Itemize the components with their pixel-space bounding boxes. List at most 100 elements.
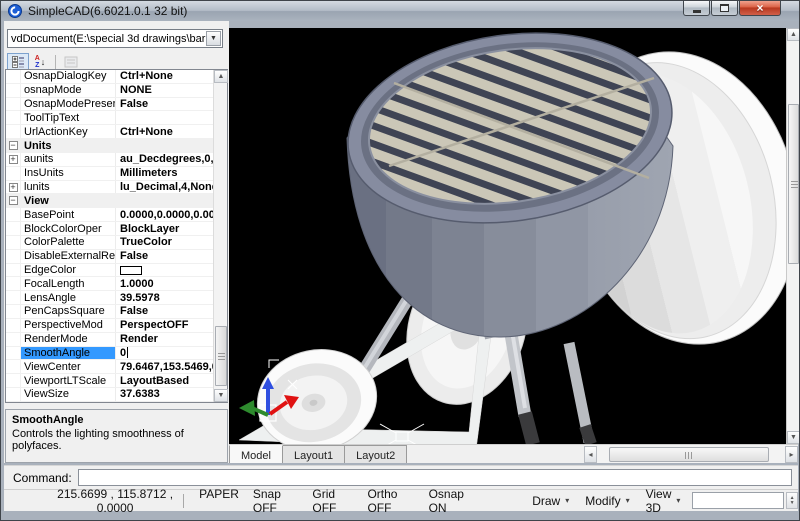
property-category-row[interactable]: −Units bbox=[6, 139, 213, 153]
property-row[interactable]: InsUnitsMillimeters bbox=[6, 167, 213, 181]
property-row[interactable]: OsnapModePreserveFalse bbox=[6, 98, 213, 112]
row-gutter bbox=[6, 236, 21, 249]
property-value[interactable]: 37.6383 bbox=[116, 388, 213, 401]
title-bar[interactable]: SimpleCAD(6.6021.0.1 32 bit) × bbox=[1, 1, 800, 21]
tab-layout2[interactable]: Layout2 bbox=[345, 446, 407, 463]
property-name: DisableExternalRefer bbox=[21, 250, 116, 263]
property-value[interactable]: PerspectOFF bbox=[116, 319, 213, 332]
text-caret bbox=[127, 347, 128, 358]
row-gutter bbox=[6, 388, 21, 401]
scroll-up-icon[interactable]: ▲ bbox=[787, 28, 800, 41]
minimize-button[interactable] bbox=[683, 1, 710, 16]
property-value[interactable]: LayoutBased bbox=[116, 374, 213, 387]
document-combo[interactable]: vdDocument(E:\special 3d drawings\barbec… bbox=[7, 29, 223, 48]
hscroll-track[interactable] bbox=[597, 446, 785, 463]
property-name: UrlActionKey bbox=[21, 125, 116, 138]
viewport[interactable] bbox=[229, 28, 786, 444]
expand-icon[interactable]: + bbox=[9, 183, 18, 192]
property-row[interactable]: +aunitsau_Decdegrees,0,No bbox=[6, 153, 213, 167]
menu-modify[interactable]: Modify▾ bbox=[585, 487, 629, 515]
status-toggle-grid[interactable]: Grid OFF bbox=[312, 487, 353, 515]
property-row[interactable]: ViewportLTScaleLayoutBased bbox=[6, 374, 213, 388]
viewport-3d-canvas bbox=[229, 28, 786, 444]
property-row[interactable]: RenderModeRender bbox=[6, 333, 213, 347]
property-row[interactable]: PerspectiveModPerspectOFF bbox=[6, 319, 213, 333]
row-gutter bbox=[6, 347, 21, 360]
row-gutter bbox=[6, 305, 21, 318]
status-toggle-ortho[interactable]: Ortho OFF bbox=[367, 487, 414, 515]
tab-layout1[interactable]: Layout1 bbox=[283, 446, 345, 463]
property-value[interactable]: False bbox=[116, 98, 213, 111]
scrollbar-thumb[interactable] bbox=[788, 104, 799, 264]
property-row[interactable]: ViewSize37.6383 bbox=[6, 388, 213, 402]
property-value[interactable]: 79.6467,153.5469,0. bbox=[116, 360, 213, 373]
property-row[interactable]: FocalLength1.0000 bbox=[6, 277, 213, 291]
property-name: osnapMode bbox=[21, 84, 116, 97]
toolbar-separator bbox=[55, 55, 56, 69]
categorized-view-button[interactable] bbox=[7, 53, 29, 71]
property-value[interactable]: TrueColor bbox=[116, 236, 213, 249]
property-row[interactable]: PenCapsSquareFalse bbox=[6, 305, 213, 319]
scroll-down-icon[interactable]: ▼ bbox=[787, 431, 800, 444]
tab-model[interactable]: Model bbox=[229, 445, 283, 463]
property-row[interactable]: SmoothAngle0 bbox=[6, 347, 213, 361]
row-gutter bbox=[6, 111, 21, 124]
viewport-hscrollbar[interactable]: ◂ ▸ bbox=[584, 445, 798, 463]
property-category-row[interactable]: −View bbox=[6, 194, 213, 208]
scroll-left-icon[interactable]: ◂ bbox=[584, 446, 597, 463]
property-row[interactable]: EdgeColor bbox=[6, 264, 213, 278]
property-row[interactable]: ToolTipText bbox=[6, 111, 213, 125]
scroll-up-icon[interactable]: ▲ bbox=[214, 70, 228, 83]
dropdown-arrow-icon: ▾ bbox=[565, 496, 569, 505]
menu-draw[interactable]: Draw▾ bbox=[532, 487, 569, 515]
collapse-icon[interactable]: − bbox=[9, 141, 18, 150]
property-value[interactable] bbox=[116, 264, 213, 277]
property-row[interactable]: UrlActionKeyCtrl+None bbox=[6, 125, 213, 139]
property-row[interactable]: osnapModeNONE bbox=[6, 84, 213, 98]
scroll-down-icon[interactable]: ▼ bbox=[214, 389, 228, 402]
collapse-icon[interactable]: − bbox=[9, 196, 18, 205]
scroll-right-icon[interactable]: ▸ bbox=[785, 446, 798, 463]
property-row[interactable]: BasePoint0.0000,0.0000,0.000 bbox=[6, 208, 213, 222]
property-value[interactable]: 0.0000,0.0000,0.000 bbox=[116, 208, 213, 221]
close-button[interactable]: × bbox=[739, 1, 781, 16]
property-value[interactable]: Render bbox=[116, 333, 213, 346]
property-value[interactable]: au_Decdegrees,0,No bbox=[116, 153, 213, 166]
scrollbar-thumb[interactable] bbox=[215, 326, 227, 386]
property-row[interactable]: ViewCenter79.6467,153.5469,0. bbox=[6, 360, 213, 374]
property-value[interactable]: NONE bbox=[116, 84, 213, 97]
spin-button[interactable]: ▲▼ bbox=[786, 492, 798, 509]
property-row[interactable]: OsnapDialogKeyCtrl+None bbox=[6, 70, 213, 84]
property-row[interactable]: BlockColorOperBlockLayer bbox=[6, 222, 213, 236]
chevron-down-icon[interactable]: ▼ bbox=[206, 31, 221, 46]
status-toggle-paper[interactable]: PAPER bbox=[199, 487, 239, 515]
property-row[interactable]: LensAngle39.5978 bbox=[6, 291, 213, 305]
property-row[interactable]: DisableExternalReferFalse bbox=[6, 250, 213, 264]
property-value[interactable] bbox=[116, 111, 213, 124]
status-combo[interactable] bbox=[692, 492, 784, 509]
property-value[interactable]: False bbox=[116, 250, 213, 263]
property-value[interactable]: lu_Decimal,4,None bbox=[116, 181, 213, 194]
property-row[interactable]: +lunitslu_Decimal,4,None bbox=[6, 181, 213, 195]
color-swatch[interactable] bbox=[120, 266, 142, 275]
property-value[interactable]: 1.0000 bbox=[116, 277, 213, 290]
property-value[interactable]: BlockLayer bbox=[116, 222, 213, 235]
property-value[interactable]: False bbox=[116, 305, 213, 318]
layout-tabs: ModelLayout1Layout2 bbox=[229, 445, 407, 463]
expand-icon[interactable]: + bbox=[9, 155, 18, 164]
property-row[interactable]: ColorPaletteTrueColor bbox=[6, 236, 213, 250]
status-toggle-osnap[interactable]: Osnap ON bbox=[429, 487, 476, 515]
command-input[interactable] bbox=[78, 469, 792, 486]
alphabetical-sort-button[interactable]: AZ ↓ bbox=[29, 53, 51, 71]
viewport-vscrollbar[interactable]: ▲ ▼ bbox=[786, 28, 799, 444]
scrollbar-thumb[interactable] bbox=[609, 447, 769, 462]
menu-view-3d[interactable]: View 3D▾ bbox=[646, 487, 681, 515]
property-value[interactable]: 0 bbox=[116, 347, 213, 360]
property-value[interactable]: Millimeters bbox=[116, 167, 213, 180]
property-value[interactable]: Ctrl+None bbox=[116, 70, 213, 83]
property-value[interactable]: 39.5978 bbox=[116, 291, 213, 304]
status-toggle-snap[interactable]: Snap OFF bbox=[253, 487, 299, 515]
property-value[interactable]: Ctrl+None bbox=[116, 125, 213, 138]
property-grid-scrollbar[interactable]: ▲ ▼ bbox=[213, 70, 227, 402]
maximize-button[interactable] bbox=[711, 1, 738, 16]
